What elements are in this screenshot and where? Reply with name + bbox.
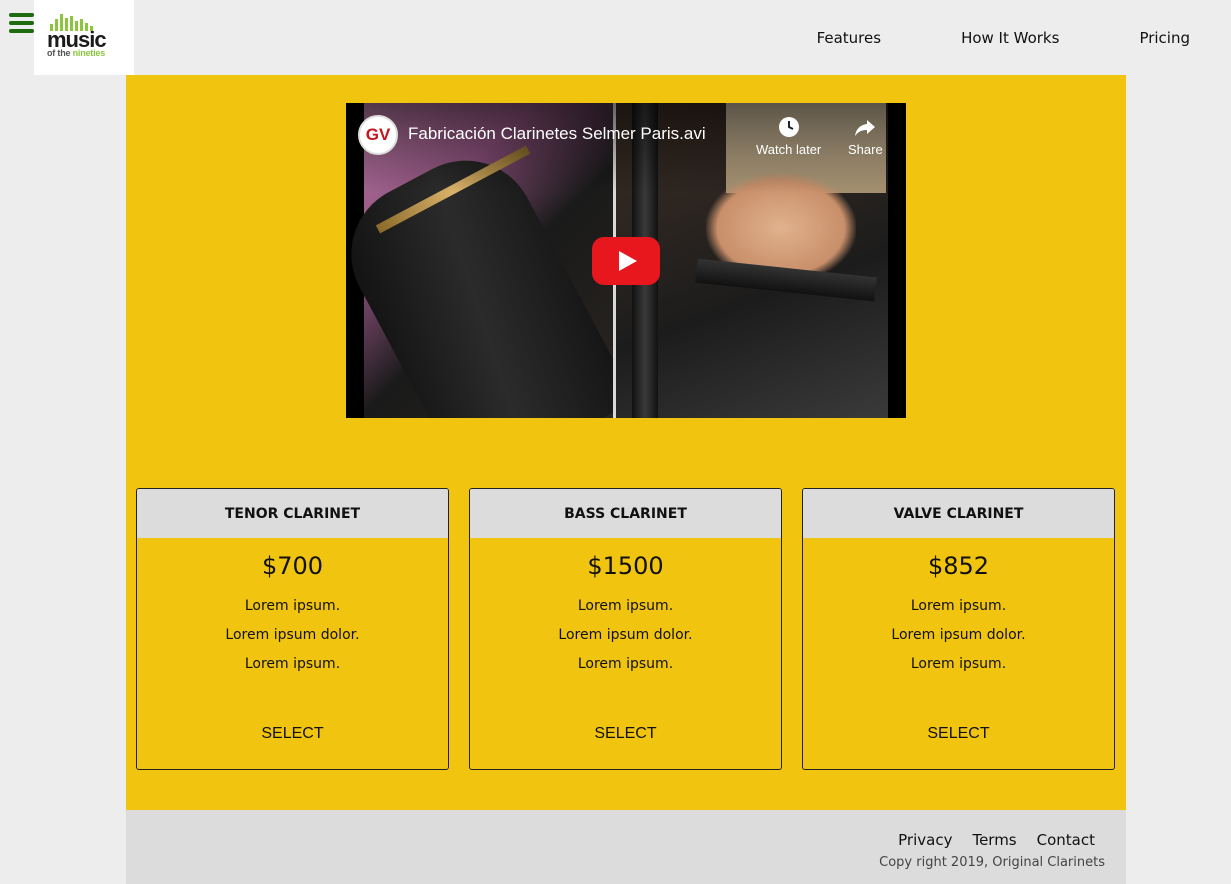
share-arrow-icon	[855, 120, 876, 136]
top-nav: Features How It Works Pricing	[817, 29, 1190, 47]
pricing-card-tenor: TENOR CLARINET $700 Lorem ipsum. Lorem i…	[136, 488, 449, 770]
nav-how-it-works[interactable]: How It Works	[961, 29, 1059, 47]
channel-avatar[interactable]: GV	[358, 115, 398, 155]
card-features: Lorem ipsum. Lorem ipsum dolor. Lorem ip…	[803, 592, 1114, 679]
menu-line	[9, 13, 34, 17]
footer-contact-link[interactable]: Contact	[1037, 831, 1095, 849]
feature-item: Lorem ipsum dolor.	[225, 627, 360, 643]
logo-word: music	[47, 27, 107, 52]
play-button[interactable]	[592, 237, 660, 285]
select-bass-button[interactable]: SELECT	[470, 725, 781, 743]
nav-features[interactable]: Features	[817, 29, 882, 47]
footer-links: Privacy Terms Contact	[898, 831, 1095, 849]
nav-pricing[interactable]: Pricing	[1139, 29, 1190, 47]
logo-subtitle-suffix: nineties	[72, 48, 106, 58]
menu-line	[9, 21, 34, 25]
feature-item: Lorem ipsum.	[910, 656, 1007, 672]
share-button[interactable]: Share	[848, 115, 883, 157]
card-price: $852	[927, 552, 990, 580]
select-tenor-button[interactable]: SELECT	[137, 725, 448, 743]
card-features: Lorem ipsum. Lorem ipsum dolor. Lorem ip…	[470, 592, 781, 679]
card-price: $1500	[587, 552, 664, 580]
card-title: VALVE CLARINET	[803, 489, 1114, 538]
watch-later-button[interactable]: Watch later	[756, 115, 821, 157]
footer-terms-link[interactable]: Terms	[972, 831, 1016, 849]
video-title[interactable]: Fabricación Clarinetes Selmer Paris.avi	[408, 124, 706, 144]
copyright-text: Copy right 2019, Original Clarinets	[879, 855, 1105, 870]
clock-icon	[778, 117, 799, 137]
logo-subtitle-prefix: of the	[47, 48, 71, 58]
footer: Privacy Terms Contact Copy right 2019, O…	[126, 810, 1126, 884]
logo-subtitle: of the nineties	[47, 49, 134, 58]
hamburger-menu-icon[interactable]	[9, 13, 34, 33]
feature-item: Lorem ipsum dolor.	[891, 627, 1026, 643]
card-title: BASS CLARINET	[470, 489, 781, 538]
watch-later-label: Watch later	[756, 142, 822, 157]
feature-item: Lorem ipsum dolor.	[558, 627, 693, 643]
pricing-card-bass: BASS CLARINET $1500 Lorem ipsum. Lorem i…	[469, 488, 782, 770]
site-logo[interactable]: music of the nineties	[34, 0, 134, 75]
card-title: TENOR CLARINET	[137, 489, 448, 538]
card-price: $700	[261, 552, 324, 580]
feature-item: Lorem ipsum.	[244, 656, 341, 672]
main-panel: GV Fabricación Clarinetes Selmer Paris.a…	[126, 75, 1126, 810]
footer-privacy-link[interactable]: Privacy	[898, 831, 952, 849]
card-features: Lorem ipsum. Lorem ipsum dolor. Lorem ip…	[137, 592, 448, 679]
pricing-card-valve: VALVE CLARINET $852 Lorem ipsum. Lorem i…	[802, 488, 1115, 770]
menu-line	[9, 29, 34, 33]
play-icon	[619, 251, 637, 271]
feature-item: Lorem ipsum.	[910, 598, 1007, 614]
feature-item: Lorem ipsum.	[577, 656, 674, 672]
select-valve-button[interactable]: SELECT	[803, 725, 1114, 743]
video-top-overlay	[346, 103, 906, 193]
feature-item: Lorem ipsum.	[244, 598, 341, 614]
video-player[interactable]: GV Fabricación Clarinetes Selmer Paris.a…	[346, 103, 906, 418]
feature-item: Lorem ipsum.	[577, 598, 674, 614]
share-label: Share	[848, 142, 883, 157]
